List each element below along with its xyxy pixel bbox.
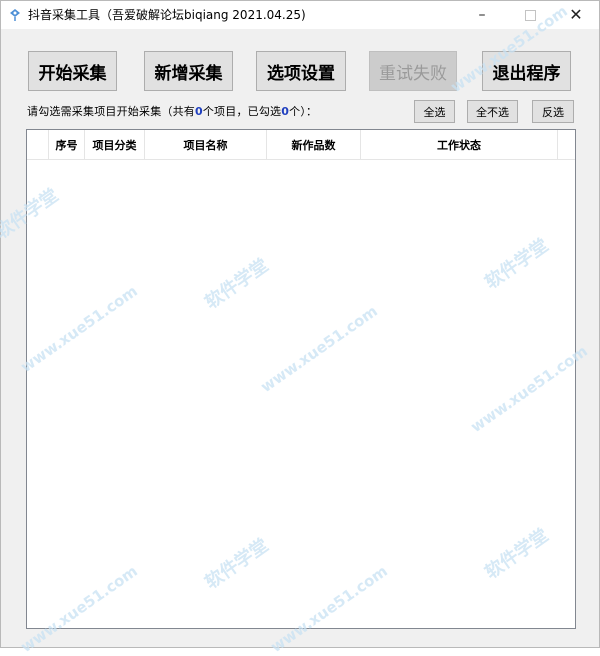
- column-header-index[interactable]: 序号: [49, 130, 85, 159]
- title-bar[interactable]: 抖音采集工具（吾爱破解论坛biqiang 2021.04.25) – ✕: [1, 1, 599, 29]
- hint-suffix: 个）：: [289, 105, 318, 118]
- minimize-button[interactable]: –: [459, 1, 505, 29]
- select-all-button[interactable]: 全选: [414, 100, 455, 123]
- selected-count: 0: [281, 105, 290, 118]
- project-list[interactable]: 序号 项目分类 项目名称 新作品数 工作状态: [26, 129, 576, 629]
- hint-prefix: 请勾选需采集项目开始采集（共有: [27, 105, 195, 118]
- minimize-icon: –: [478, 7, 486, 23]
- column-header-checkbox[interactable]: [27, 130, 49, 159]
- close-button[interactable]: ✕: [553, 1, 599, 29]
- column-header-status[interactable]: 工作状态: [361, 130, 558, 159]
- maximize-button: [507, 1, 553, 29]
- column-header-filler: [558, 130, 575, 159]
- app-window: 抖音采集工具（吾爱破解论坛biqiang 2021.04.25) – ✕ 开始采…: [0, 0, 600, 648]
- column-header-name[interactable]: 项目名称: [145, 130, 267, 159]
- selection-hint: 请勾选需采集项目开始采集（共有0个项目，已勾选0个）：: [27, 104, 317, 120]
- close-icon: ✕: [569, 5, 583, 24]
- options-button[interactable]: 选项设置: [256, 51, 346, 91]
- window-title: 抖音采集工具（吾爱破解论坛biqiang 2021.04.25): [28, 8, 306, 22]
- app-icon: [10, 9, 20, 21]
- hint-middle: 个项目，已勾选: [202, 105, 282, 118]
- column-header-category[interactable]: 项目分类: [85, 130, 145, 159]
- exit-button[interactable]: 退出程序: [482, 51, 571, 91]
- select-none-button[interactable]: 全不选: [467, 100, 518, 123]
- list-header: 序号 项目分类 项目名称 新作品数 工作状态: [27, 130, 575, 160]
- maximize-icon: [524, 9, 536, 21]
- client-area: 开始采集 新增采集 选项设置 重试失败 退出程序 请勾选需采集项目开始采集（共有…: [1, 29, 599, 647]
- total-count: 0: [195, 105, 203, 118]
- retry-failed-button: 重试失败: [369, 51, 457, 91]
- start-collect-button[interactable]: 开始采集: [28, 51, 117, 91]
- column-header-new-works[interactable]: 新作品数: [267, 130, 361, 159]
- add-collect-button[interactable]: 新增采集: [144, 51, 233, 91]
- invert-selection-button[interactable]: 反选: [532, 100, 574, 123]
